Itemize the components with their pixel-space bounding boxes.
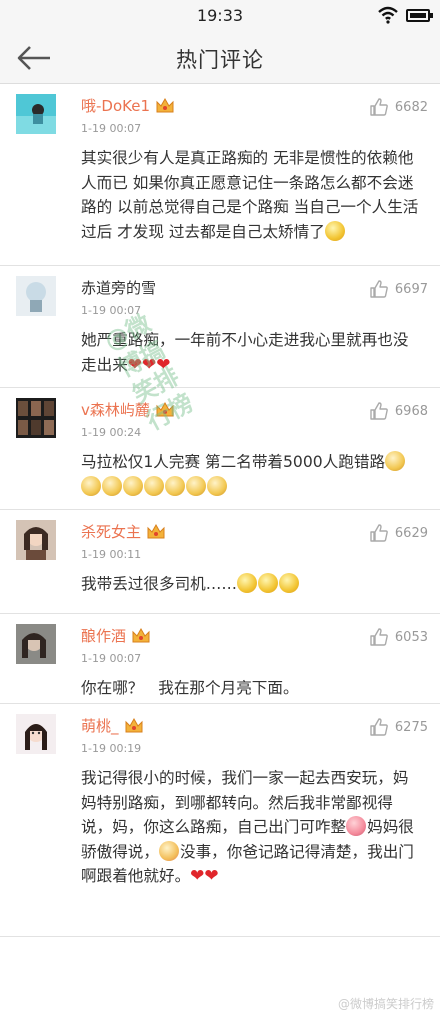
heart-emoji-icon: ❤: [142, 354, 157, 375]
comment-username[interactable]: v森林屿麓: [81, 400, 175, 420]
avatar[interactable]: [16, 624, 56, 664]
wifi-icon: [378, 6, 398, 24]
like-count: 6968: [394, 403, 428, 419]
comment-username[interactable]: 杀死女主: [81, 522, 166, 542]
blush-emoji-icon: [158, 840, 179, 861]
comment-timestamp: 1-19 00:07: [81, 304, 142, 317]
comment-timestamp: 1-19 00:07: [81, 652, 142, 665]
doge-emoji-icon: [207, 475, 227, 496]
avatar[interactable]: [16, 398, 56, 438]
like-button[interactable]: 6629: [369, 522, 428, 544]
status-time: 19:33: [196, 6, 244, 25]
doge-emoji-icon: [144, 475, 164, 496]
comment-item: 萌桃_ 1-19 00:19 6275 我记得很小的时候，我们一家一起去西安玩，…: [0, 704, 440, 937]
smile-emoji-icon: [324, 220, 345, 241]
doge-emoji-icon: [186, 475, 206, 496]
heart-emoji-icon: ❤: [127, 354, 143, 375]
like-button[interactable]: 6697: [369, 278, 428, 300]
avatar[interactable]: [16, 714, 56, 754]
vip-crown-icon: [156, 97, 174, 113]
heart-emoji-icon: ❤: [190, 866, 205, 886]
smile-emoji-icon: [278, 573, 299, 593]
like-button[interactable]: 6968: [369, 400, 428, 422]
comment-text: 我带丢过很多司机……: [81, 572, 423, 597]
page-title: 热门评论: [176, 48, 264, 72]
doge-emoji-icon: [81, 475, 101, 496]
vip-crown-icon: [132, 627, 150, 643]
comment-text: 我记得很小的时候，我们一家一起去西安玩，妈妈特别路痴，到哪都转向。然后我非常鄙视…: [81, 769, 414, 886]
top-bar: 热门评论: [0, 32, 440, 84]
smile-emoji-icon: [257, 573, 278, 593]
vip-crown-icon: [147, 523, 165, 539]
comment-username[interactable]: 赤道旁的雪: [81, 278, 156, 298]
heart-emoji-icon: ❤: [204, 866, 219, 886]
heart-emoji-icon: ❤: [156, 354, 171, 375]
comment-username[interactable]: 萌桃_: [81, 716, 144, 736]
comment-username[interactable]: 酿作酒: [81, 626, 151, 646]
like-button[interactable]: 6682: [369, 96, 428, 118]
comment-item: 酿作酒 1-19 00:07 6053 你在哪？ 我在那个月亮下面。: [0, 614, 440, 704]
like-count: 6629: [394, 525, 428, 541]
battery-icon: [406, 9, 433, 22]
comment-timestamp: 1-19 00:19: [81, 742, 142, 755]
status-bar: 19:33: [0, 0, 440, 32]
thumbs-up-icon: [370, 280, 388, 298]
like-button[interactable]: 6053: [369, 626, 428, 648]
doge-emoji-icon: [165, 475, 185, 496]
like-button[interactable]: 6275: [369, 716, 428, 738]
like-count: 6053: [394, 629, 428, 645]
thumbs-up-icon: [370, 402, 388, 420]
vip-crown-icon: [156, 401, 174, 417]
comment-item: 哦-DoKe1 1-19 00:07 6682 其实很少有人是真正路痴的 无非是…: [0, 84, 440, 266]
avatar[interactable]: [16, 276, 56, 316]
smile-emoji-icon: [236, 573, 257, 593]
doge-emoji-icon: [385, 451, 406, 471]
comment-item: 赤道旁的雪 1-19 00:07 6697 她严重路痴，一年前不小心走进我心里就…: [0, 266, 440, 388]
like-count: 6697: [394, 281, 428, 297]
comment-timestamp: 1-19 00:24: [81, 426, 142, 439]
thumbs-up-icon: [370, 628, 388, 646]
comment-list: 哦-DoKe1 1-19 00:07 6682 其实很少有人是真正路痴的 无非是…: [0, 84, 440, 937]
doge-emoji-icon: [123, 475, 143, 496]
comment-item: 杀死女主 1-19 00:11 6629 我带丢过很多司机……: [0, 510, 440, 614]
avatar[interactable]: [16, 94, 56, 134]
thumbs-up-icon: [370, 98, 388, 116]
thumbs-up-icon: [370, 718, 388, 736]
avatar[interactable]: [16, 520, 56, 560]
comment-timestamp: 1-19 00:11: [81, 548, 142, 561]
vip-crown-icon: [125, 717, 143, 733]
doge-emoji-icon: [102, 475, 122, 496]
comment-item: v森林屿麓 1-19 00:24 6968 马拉松仅1人完赛 第二名带着5000…: [0, 388, 440, 510]
like-count: 6275: [394, 719, 428, 735]
footer-watermark: @微博搞笑排行榜: [337, 997, 434, 1011]
pig-emoji-icon: [346, 816, 367, 836]
thumbs-up-icon: [370, 524, 388, 542]
comment-username[interactable]: 哦-DoKe1: [81, 96, 175, 116]
comment-timestamp: 1-19 00:07: [81, 122, 142, 135]
comment-text: 其实很少有人是真正路痴的 无非是惯性的依赖他人而已 如果你真正愿意记住一条路怎么…: [81, 149, 419, 241]
like-count: 6682: [394, 99, 428, 115]
comment-text: 马拉松仅1人完赛 第二名带着5000人跑错路: [81, 450, 423, 499]
comment-text: 她严重路痴，一年前不小心走进我心里就再也没走出来❤❤❤: [81, 331, 409, 375]
comment-text: 你在哪？ 我在那个月亮下面。: [81, 679, 299, 697]
